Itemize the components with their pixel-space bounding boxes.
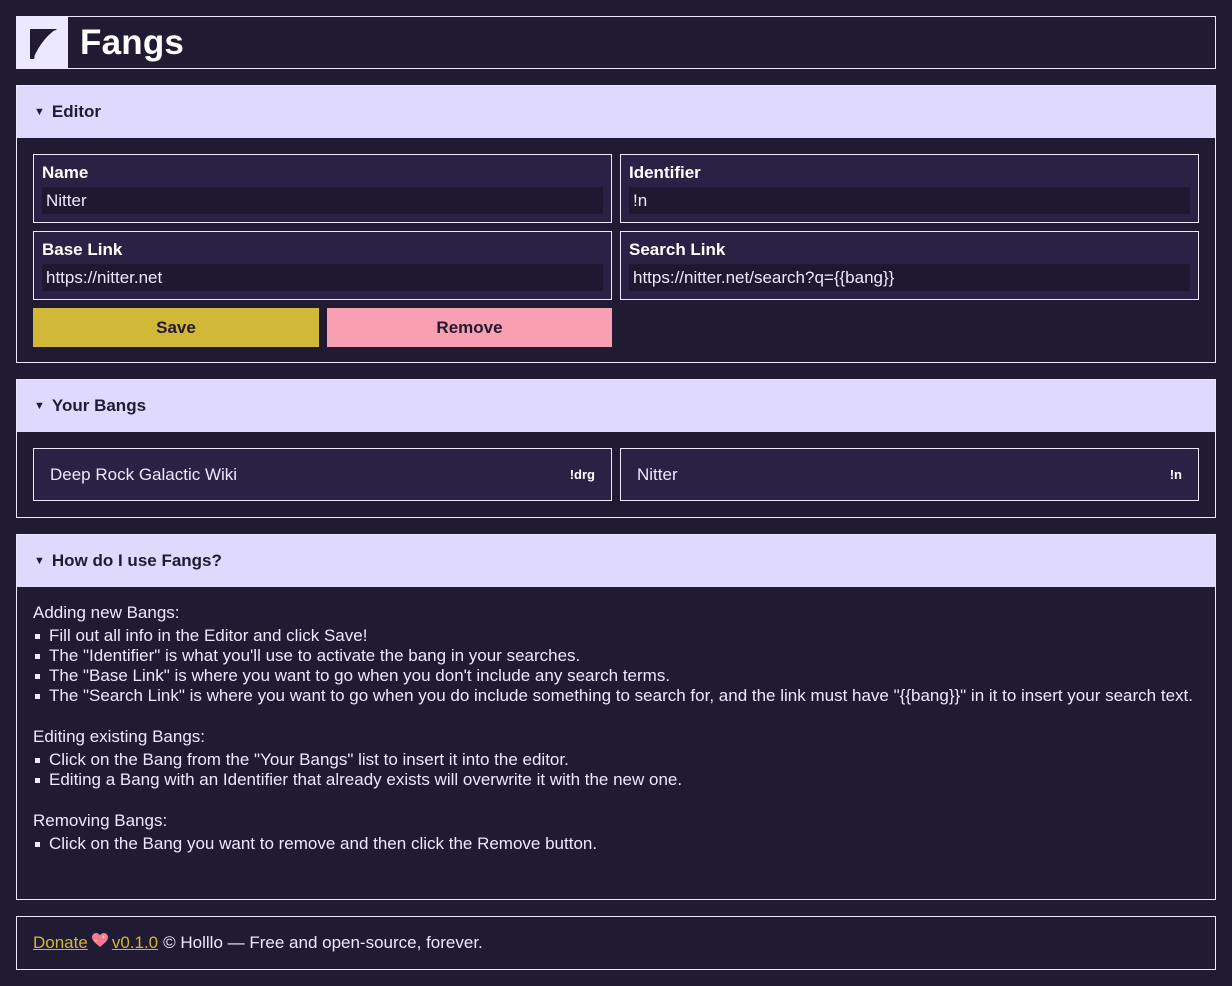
editor-panel: ▼ Editor Name Identifier Base Link Searc…: [16, 85, 1216, 363]
identifier-input[interactable]: [629, 187, 1190, 214]
app-title: Fangs: [80, 22, 185, 62]
caret-down-icon: ▼: [34, 106, 45, 118]
bang-item-nitter[interactable]: Nitter !n: [620, 448, 1199, 501]
base-link-label: Base Link: [42, 240, 123, 259]
help-section-title: Removing Bangs:: [33, 811, 168, 830]
list-item: The "Search Link" is where you want to g…: [33, 686, 1199, 706]
help-list: Click on the Bang from the "Your Bangs" …: [33, 750, 1199, 790]
name-field: Name: [33, 154, 612, 223]
base-link-field: Base Link: [33, 231, 612, 300]
list-item: The "Identifier" is what you'll use to a…: [33, 646, 1199, 666]
identifier-label: Identifier: [629, 163, 701, 182]
help-list: Fill out all info in the Editor and clic…: [33, 626, 1199, 706]
your-bangs-panel-title: Your Bangs: [51, 396, 147, 415]
donate-link[interactable]: Donate: [33, 933, 88, 953]
help-list: Click on the Bang you want to remove and…: [33, 834, 1199, 854]
footer-text: © Holllo — Free and open-source, forever…: [163, 933, 483, 952]
name-input[interactable]: [42, 187, 603, 214]
footer: Donate v0.1.0 © Holllo — Free and open-s…: [16, 916, 1216, 970]
your-bangs-panel: ▼ Your Bangs Deep Rock Galactic Wiki !dr…: [16, 379, 1216, 518]
remove-button[interactable]: Remove: [327, 308, 612, 347]
base-link-input[interactable]: [42, 264, 603, 291]
help-section-title: Adding new Bangs:: [33, 603, 180, 622]
version-link[interactable]: v0.1.0: [112, 933, 158, 953]
fangs-logo-icon: [17, 17, 68, 68]
help-panel-toggle[interactable]: ▼ How do I use Fangs?: [17, 535, 1215, 587]
help-section-title: Editing existing Bangs:: [33, 727, 205, 746]
bang-identifier: !n: [1169, 467, 1182, 482]
search-link-label: Search Link: [629, 240, 726, 259]
search-link-input[interactable]: [629, 264, 1190, 291]
list-item: Editing a Bang with an Identifier that a…: [33, 770, 1199, 790]
editor-panel-title: Editor: [51, 102, 101, 121]
list-item: Click on the Bang you want to remove and…: [33, 834, 1199, 854]
save-button[interactable]: Save: [33, 308, 319, 347]
caret-down-icon: ▼: [34, 400, 45, 412]
sparkling-heart-icon: [91, 933, 108, 953]
bang-name: Deep Rock Galactic Wiki: [50, 465, 238, 484]
search-link-field: Search Link: [620, 231, 1199, 300]
help-panel: ▼ How do I use Fangs? Adding new Bangs: …: [16, 534, 1216, 900]
editor-panel-toggle[interactable]: ▼ Editor: [17, 86, 1215, 138]
caret-down-icon: ▼: [34, 555, 45, 567]
bang-item-drg[interactable]: Deep Rock Galactic Wiki !drg: [33, 448, 612, 501]
name-label: Name: [42, 163, 89, 182]
your-bangs-panel-toggle[interactable]: ▼ Your Bangs: [17, 380, 1215, 432]
help-body: Adding new Bangs: Fill out all info in t…: [17, 587, 1215, 854]
identifier-field: Identifier: [620, 154, 1199, 223]
list-item: Fill out all info in the Editor and clic…: [33, 626, 1199, 646]
footer-content: Donate v0.1.0 © Holllo — Free and open-s…: [17, 917, 1215, 969]
bang-identifier: !drg: [569, 467, 595, 482]
list-item: The "Base Link" is where you want to go …: [33, 666, 1199, 686]
list-item: Click on the Bang from the "Your Bangs" …: [33, 750, 1199, 770]
help-panel-title: How do I use Fangs?: [51, 551, 222, 570]
app-header: Fangs: [16, 16, 1216, 69]
bang-name: Nitter: [637, 465, 678, 484]
